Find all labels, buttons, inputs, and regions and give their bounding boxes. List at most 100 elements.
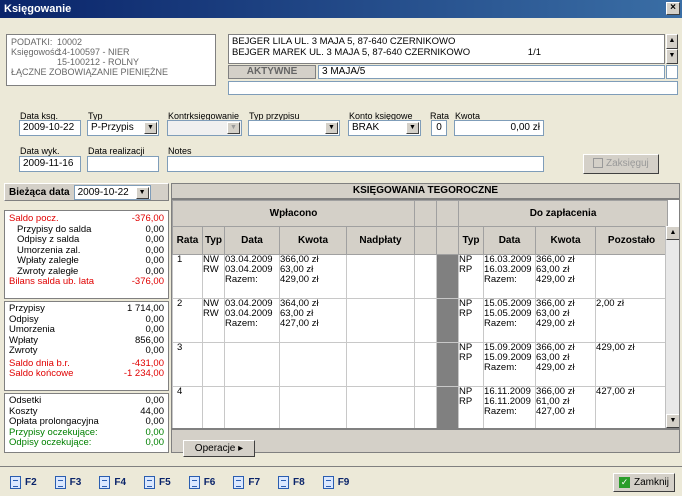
data-cell: 03.04.2009 03.04.2009 Razem:: [224, 298, 280, 343]
pozostalo-cell: [595, 254, 669, 299]
kwota-value: 427,00 zł: [280, 318, 319, 329]
col-typ[interactable]: Typ: [202, 226, 225, 255]
persons-list[interactable]: BEJGER LILA UL. 3 MAJA 5, 87-640 CZERNIK…: [228, 34, 665, 64]
nadplaty-cell: [345, 298, 416, 343]
address-extra-field[interactable]: [666, 65, 678, 79]
data-ksg-field[interactable]: 2009-10-22: [19, 120, 81, 136]
konto-select[interactable]: BRAK ▼: [348, 120, 421, 136]
ksiegowosc-line1: 14-100597 - NIER: [57, 47, 130, 57]
data2-value: Razem:: [484, 362, 517, 373]
scroll-down-icon[interactable]: ▼: [666, 414, 679, 428]
fkey-f2-button[interactable]: F2: [10, 476, 37, 489]
chevron-down-icon[interactable]: ▼: [406, 122, 419, 134]
col-data[interactable]: Data: [224, 226, 280, 255]
address-field[interactable]: 3 MAJA/5: [318, 65, 665, 79]
group2-row: Saldo końcowe -1 234,00: [9, 368, 164, 380]
data2-cell: 15.09.2009 15.09.2009 Razem:: [483, 342, 537, 387]
close-button[interactable]: ×: [666, 2, 680, 15]
scroll-up-icon[interactable]: ▲: [666, 226, 679, 240]
chevron-down-icon[interactable]: ▼: [144, 122, 157, 134]
nadplaty-cell: [345, 254, 416, 299]
data-cell: [224, 342, 280, 387]
typ-select[interactable]: P-Przypis ▼: [87, 120, 159, 136]
document-icon: [54, 476, 66, 489]
kwota-field[interactable]: 0,00 zł: [454, 120, 544, 136]
fkey-f8-button[interactable]: F8: [278, 476, 305, 489]
data-real-field[interactable]: [87, 156, 159, 172]
notes-label: Notes: [168, 146, 192, 156]
group2-row: Zwroty 0,00: [9, 345, 165, 357]
biezaca-value: 2009-10-22: [77, 186, 129, 198]
ksiegowosc-label: Księgowość:: [11, 47, 62, 57]
group3-row: Odpisy oczekujące: 0,00: [9, 437, 165, 449]
data-value: Razem:: [225, 318, 258, 329]
person-line-2[interactable]: BEJGER MAREK UL. 3 MAJA 5, 87-640 CZERNI…: [232, 47, 470, 58]
col-rata[interactable]: Rata: [172, 226, 203, 255]
kwota2-cell: 366,00 zł 63,00 zł 429,00 zł: [535, 342, 597, 387]
operacje-button[interactable]: Operacje ▸: [183, 440, 255, 457]
typ2-value: RP: [459, 396, 473, 407]
spin-down-icon[interactable]: ▼: [666, 49, 678, 64]
group2-label: Umorzenia: [9, 324, 55, 335]
status-badge: AKTYWNE: [228, 65, 316, 79]
fkey-f7-button[interactable]: F7: [233, 476, 260, 489]
table-row[interactable]: 2 NW RW 03.04.2009 03.04.2009 Razem: 364,00 zł…: [172, 298, 669, 343]
persons-note-field[interactable]: [228, 81, 678, 95]
col-pozostalo[interactable]: Pozostało: [595, 226, 669, 255]
zamknij-button[interactable]: ✓ Zamknij: [613, 473, 675, 492]
document-icon: [144, 476, 156, 489]
group3-label: Opłata prolongacyjna: [9, 416, 99, 427]
typ-przypisu-select[interactable]: ▼: [248, 120, 340, 136]
table-row[interactable]: 1 NW RW 03.04.2009 03.04.2009 Razem: 366,00 zł…: [172, 254, 669, 299]
fkey-label: F8: [293, 477, 305, 488]
chevron-down-icon[interactable]: ▼: [325, 122, 338, 134]
col-kwota[interactable]: Kwota: [279, 226, 347, 255]
spacer-header-2: [436, 200, 460, 227]
person-line-1[interactable]: BEJGER LILA UL. 3 MAJA 5, 87-640 CZERNIK…: [232, 36, 661, 47]
rata-cell: 3: [172, 342, 203, 387]
group2-value: 1 714,00: [127, 303, 164, 314]
zobowiazanie-label: ŁĄCZNE ZOBOWIĄZANIE PIENIĘŻNE: [11, 67, 169, 77]
summary-group-1: Saldo pocz. -376,00 Przypisy do salda 0,00 O…: [4, 210, 169, 299]
fkey-f5-button[interactable]: F5: [144, 476, 171, 489]
biezaca-bar: Bieżąca data 2009-10-22 ▼: [4, 183, 169, 201]
group2-row: Umorzenia 0,00: [9, 324, 164, 336]
col-kwota2[interactable]: Kwota: [535, 226, 597, 255]
col-data2[interactable]: Data: [483, 226, 537, 255]
fkey-f6-button[interactable]: F6: [188, 476, 215, 489]
rata-cell: 4: [172, 386, 203, 428]
col-nadplaty[interactable]: Nadpłaty: [345, 226, 416, 255]
fkey-f4-button[interactable]: F4: [99, 476, 126, 489]
biezaca-label: Bieżąca data: [9, 186, 70, 198]
chevron-down-icon[interactable]: ▼: [227, 122, 240, 134]
table-row[interactable]: 3 NP RP 15.09.2009 15.09.2009 Razem: 366,00 zł…: [172, 342, 669, 387]
fkey-f9-button[interactable]: F9: [322, 476, 349, 489]
rata-field[interactable]: 0: [431, 120, 447, 136]
grid-scrollbar[interactable]: ▲ ▼: [665, 226, 679, 428]
biezaca-select[interactable]: 2009-10-22 ▼: [73, 184, 151, 200]
data-wyk-field[interactable]: 2009-11-16: [19, 156, 81, 172]
document-icon: [233, 476, 245, 489]
notes-field[interactable]: [167, 156, 544, 172]
fkey-label: F3: [69, 477, 82, 488]
spin-up-icon[interactable]: ▲: [666, 34, 678, 49]
kwota-cell: 364,00 zł 63,00 zł 427,00 zł: [279, 298, 347, 343]
tax-info-panel: PODATKI: 10002 Księgowość: 14-100597 - N…: [6, 34, 216, 86]
typ2-cell: NP RP: [458, 386, 485, 428]
persons-spinner[interactable]: ▲ ▼: [666, 34, 678, 64]
group1-value: 0,00: [145, 234, 165, 245]
group2-value: 0,00: [145, 345, 165, 356]
nadplaty-cell: [345, 386, 416, 428]
col-typ2[interactable]: Typ: [458, 226, 485, 255]
kwota2-value: 429,00 zł: [536, 274, 575, 285]
kontrksieg-select[interactable]: ▼: [167, 120, 242, 136]
fkey-f3-button[interactable]: F3: [54, 476, 82, 489]
zaksieguj-button[interactable]: Zaksięguj: [583, 154, 659, 174]
triangle-right-icon: ▸: [238, 443, 244, 454]
pozostalo-cell: 2,00 zł: [595, 298, 669, 343]
typ2-cell: NP RP: [458, 298, 485, 343]
summary-group-3: Odsetki 0,00 Koszty 44,00 Opłata prolongacyj…: [4, 393, 169, 453]
group3-value: 0,00: [145, 437, 165, 448]
table-row[interactable]: 4 NP RP 16.11.2009 16.11.2009 Razem: 366,00 zł…: [172, 386, 669, 428]
chevron-down-icon[interactable]: ▼: [135, 186, 149, 199]
